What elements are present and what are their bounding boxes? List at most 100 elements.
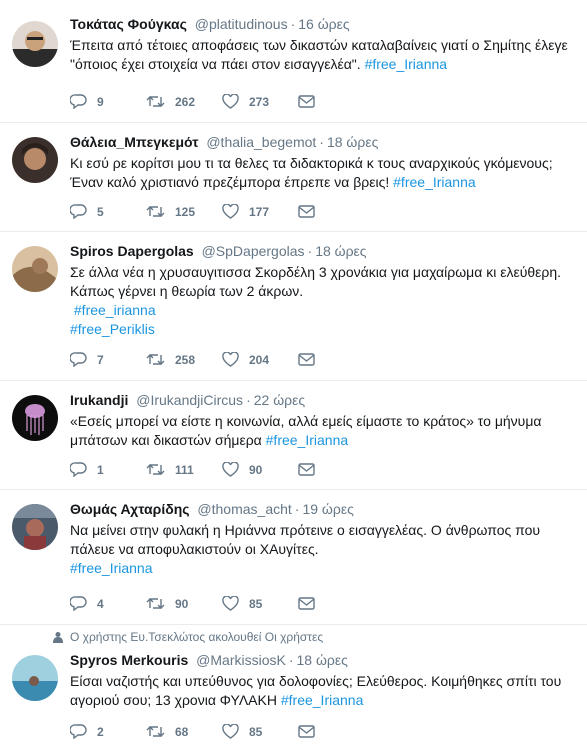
like-button[interactable]: 177 xyxy=(222,204,298,219)
reply-count: 7 xyxy=(97,352,104,367)
like-button[interactable]: 85 xyxy=(222,724,298,739)
retweet-button[interactable]: 258 xyxy=(146,352,222,367)
tweet-text-line: αγοριού σου; 13 χρονια ΦΥΛΑΚΗ xyxy=(70,692,277,708)
heart-icon xyxy=(222,204,239,219)
timestamp[interactable]: 18 ώρες xyxy=(297,652,348,668)
reply-button[interactable]: 7 xyxy=(70,352,146,367)
display-name[interactable]: Θωμάς Αχταρίδης xyxy=(70,501,190,517)
retweet-count: 90 xyxy=(175,596,189,611)
direct-message-button[interactable] xyxy=(298,353,315,366)
hashtag-link[interactable]: #free_Irianna xyxy=(393,174,476,190)
timestamp[interactable]: 18 ώρες xyxy=(327,134,378,150)
avatar[interactable] xyxy=(12,137,58,183)
display-name[interactable]: Spyros Merkouris xyxy=(70,652,188,668)
tweet[interactable]: Θάλεια_Μπεγκεμότ @thalia_begemot · 18 ώρες… xyxy=(0,123,587,232)
like-button[interactable]: 90 xyxy=(222,462,298,477)
reply-count: 9 xyxy=(97,94,104,109)
social-context-text: Ο χρήστης Ευ.Τσεκλώτος ακολουθεί Οι χρήσ… xyxy=(70,630,324,644)
heart-icon xyxy=(222,724,239,739)
retweet-icon xyxy=(146,206,165,217)
envelope-icon xyxy=(298,353,315,366)
tweet-text-line: μπάτσων και δικαστών σήμερα xyxy=(70,432,262,448)
tweet[interactable]: Θωμάς Αχταρίδης @thomas_acht · 19 ώρες Να … xyxy=(0,490,587,625)
tweet[interactable]: Spiros Dapergolas @SpDapergolas · 18 ώρες … xyxy=(0,232,587,381)
envelope-icon xyxy=(298,95,315,108)
tweet-header: Θάλεια_Μπεγκεμότ @thalia_begemot · 18 ώρες xyxy=(70,134,379,150)
reply-button[interactable]: 1 xyxy=(70,462,146,477)
display-name[interactable]: Irukandji xyxy=(70,392,128,408)
like-button[interactable]: 204 xyxy=(222,352,298,367)
tweet[interactable]: Irukandji @IrukandjiCircus · 22 ώρες «Εσεί… xyxy=(0,381,587,490)
tweet-text-line: Να μείνει στην φυλακή η Ηριάννα πρότεινε… xyxy=(70,522,541,538)
username[interactable]: @platitudinous xyxy=(195,16,288,32)
avatar[interactable] xyxy=(12,504,58,550)
tweet-text-line: Έπειτα από τέτοιες αποφάσεις των δικαστώ… xyxy=(70,37,568,53)
retweet-button[interactable]: 111 xyxy=(146,462,222,477)
tweet-header: Τοκάτας Φούγκας @platitudinous · 16 ώρες xyxy=(70,16,350,32)
hashtag-link[interactable]: #free_Periklis xyxy=(70,321,155,337)
tweet-text: «Εσείς μπορεί να είστε η κοινωνία, αλλά … xyxy=(70,412,577,450)
like-count: 177 xyxy=(249,204,270,219)
display-name[interactable]: Τοκάτας Φούγκας xyxy=(70,16,187,32)
retweet-count: 258 xyxy=(175,352,196,367)
tweet-text-line: Σε άλλα νέα η χρυσαυγιτισσα Σκορδέλη 3 χ… xyxy=(70,264,562,280)
heart-icon xyxy=(222,352,239,367)
person-icon xyxy=(53,632,63,643)
social-context: Ο χρήστης Ευ.Τσεκλώτος ακολουθεί Οι χρήσ… xyxy=(52,630,323,644)
retweet-button[interactable]: 125 xyxy=(146,204,222,219)
like-count: 273 xyxy=(249,94,270,109)
retweet-icon xyxy=(146,96,165,107)
timestamp[interactable]: 16 ώρες xyxy=(298,16,349,32)
avatar[interactable] xyxy=(12,395,58,441)
direct-message-button[interactable] xyxy=(298,597,315,610)
timestamp[interactable]: 22 ώρες xyxy=(254,392,305,408)
reply-icon xyxy=(70,596,87,611)
timestamp[interactable]: 19 ώρες xyxy=(302,501,353,517)
tweet[interactable]: Τοκάτας Φούγκας @platitudinous · 16 ώρες Έ… xyxy=(0,0,587,123)
reply-count: 2 xyxy=(97,724,104,739)
reply-button[interactable]: 4 xyxy=(70,596,146,611)
avatar[interactable] xyxy=(12,655,58,701)
reply-icon xyxy=(70,724,87,739)
tweet-text: Κι εσύ ρε κορίτσι μου τι τα θελες τα διδ… xyxy=(70,154,577,192)
retweet-button[interactable]: 90 xyxy=(146,596,222,611)
username[interactable]: @SpDapergolas xyxy=(202,243,305,259)
display-name[interactable]: Θάλεια_Μπεγκεμότ xyxy=(70,134,198,150)
like-button[interactable]: 85 xyxy=(222,596,298,611)
display-name[interactable]: Spiros Dapergolas xyxy=(70,243,194,259)
tweet-text-line: πάλευε να αποφυλακιστούν οι ΧΑυγίτες. xyxy=(70,541,319,557)
tweet[interactable]: Ο χρήστης Ευ.Τσεκλώτος ακολουθεί Οι χρήσ… xyxy=(0,625,587,754)
hashtag-link[interactable]: #free_irianna xyxy=(74,302,156,318)
reply-button[interactable]: 5 xyxy=(70,204,146,219)
hashtag-link[interactable]: #free_Irianna xyxy=(70,560,153,576)
username[interactable]: @MarkissiosK xyxy=(196,652,286,668)
envelope-icon xyxy=(298,463,315,476)
direct-message-button[interactable] xyxy=(298,95,315,108)
direct-message-button[interactable] xyxy=(298,725,315,738)
retweet-count: 262 xyxy=(175,94,196,109)
like-button[interactable]: 273 xyxy=(222,94,298,109)
direct-message-button[interactable] xyxy=(298,205,315,218)
retweet-icon xyxy=(146,354,165,365)
direct-message-button[interactable] xyxy=(298,463,315,476)
retweet-button[interactable]: 262 xyxy=(146,94,222,109)
tweet-text-line: Κάπως γέρνει η θεωρία των 2 άκρων. xyxy=(70,283,304,299)
username[interactable]: @thalia_begemot xyxy=(206,134,316,150)
retweet-button[interactable]: 68 xyxy=(146,724,222,739)
like-count: 90 xyxy=(249,462,263,477)
envelope-icon xyxy=(298,205,315,218)
hashtag-link[interactable]: #free_Irianna xyxy=(266,432,349,448)
reply-button[interactable]: 9 xyxy=(70,94,146,109)
avatar[interactable] xyxy=(12,21,58,67)
username[interactable]: @IrukandjiCircus xyxy=(136,392,243,408)
timestamp[interactable]: 18 ώρες xyxy=(315,243,366,259)
hashtag-link[interactable]: #free_Irianna xyxy=(281,692,364,708)
heart-icon xyxy=(222,94,239,109)
reply-button[interactable]: 2 xyxy=(70,724,146,739)
retweet-count: 111 xyxy=(175,462,194,477)
hashtag-link[interactable]: #free_Irianna xyxy=(365,56,448,72)
username[interactable]: @thomas_acht xyxy=(197,501,291,517)
reply-icon xyxy=(70,204,87,219)
like-count: 85 xyxy=(249,596,263,611)
avatar[interactable] xyxy=(12,246,58,292)
